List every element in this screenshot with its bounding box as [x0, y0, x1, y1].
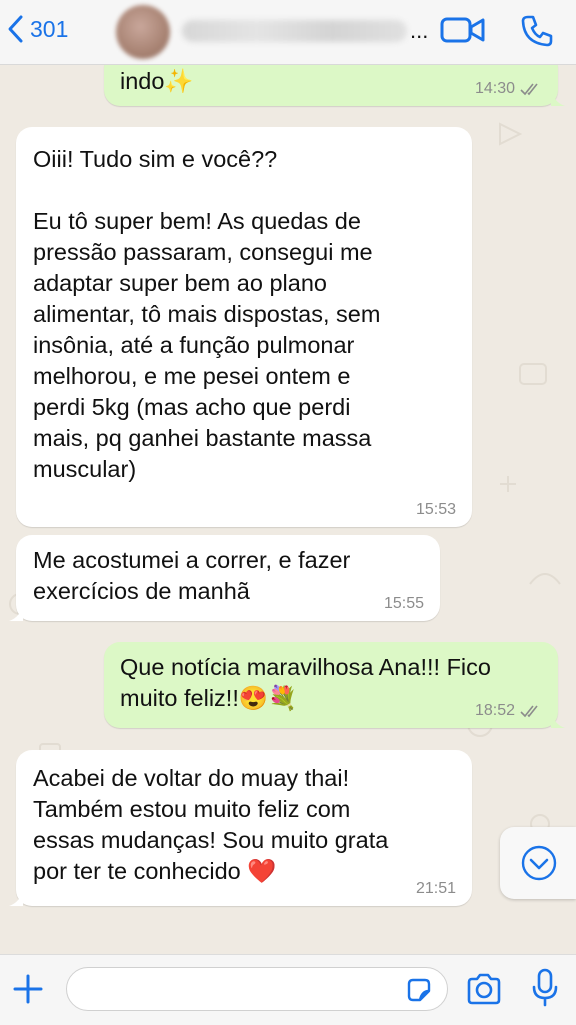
bubble-tail [9, 603, 23, 621]
camera-icon [467, 973, 501, 1005]
message-text: Me acostumei a correr, e fazer exercício… [33, 547, 351, 604]
message-time: 15:55 [383, 595, 424, 612]
message-bubble-outgoing[interactable]: Que notícia maravilhosa Ana!!! Fico muit… [104, 642, 565, 728]
avatar[interactable] [116, 5, 170, 59]
message-time: 21:51 [415, 880, 456, 897]
read-ticks-icon [520, 83, 538, 96]
contact-name-blurred[interactable] [182, 20, 407, 42]
message-time: 15:53 [415, 501, 456, 518]
camera-button[interactable] [466, 973, 502, 1010]
voice-message-button[interactable] [532, 968, 558, 1013]
sticker-icon [407, 978, 431, 1002]
attach-button[interactable] [12, 973, 44, 1010]
bubble-tail [551, 88, 565, 106]
message-bubble-incoming[interactable]: Acabei de voltar do muay thai! Também es… [9, 750, 472, 906]
message-text: indo✨ [120, 68, 194, 94]
phone-icon [521, 15, 553, 47]
message-input-bar [0, 954, 576, 1025]
video-camera-icon [440, 17, 485, 43]
message-bubble-incoming[interactable]: Me acostumei a correr, e fazer exercício… [9, 535, 440, 621]
bubble-tail [551, 710, 565, 728]
microphone-icon [532, 968, 558, 1007]
back-unread-count: 301 [30, 15, 69, 42]
message-text: Que notícia maravilhosa Ana!!! Fico muit… [120, 654, 491, 711]
message-field-container [66, 967, 448, 1011]
message-text: Oiii! Tudo sim e você?? Eu tô super bem!… [33, 146, 381, 482]
chevron-down-circle-icon [521, 845, 557, 881]
chevron-left-icon [8, 15, 23, 43]
plus-icon [13, 974, 43, 1004]
message-input[interactable] [81, 968, 385, 1010]
scroll-to-bottom-button[interactable] [500, 827, 576, 899]
video-call-button[interactable] [440, 14, 486, 51]
bubble-tail [9, 888, 23, 906]
message-time: 14:30 [475, 80, 542, 98]
message-time: 18:52 [475, 702, 542, 720]
message-text: Acabei de voltar do muay thai! Também es… [33, 765, 389, 884]
message-bubble-incoming[interactable]: Oiii! Tudo sim e você?? Eu tô super bem!… [16, 127, 472, 527]
voice-call-button[interactable] [520, 14, 554, 53]
chat-header: 301 ... [0, 0, 576, 65]
contact-name-ellipsis: ... [410, 18, 429, 43]
read-ticks-icon [520, 705, 538, 718]
back-button[interactable]: 301 [6, 14, 68, 44]
sticker-button[interactable] [405, 976, 433, 1009]
